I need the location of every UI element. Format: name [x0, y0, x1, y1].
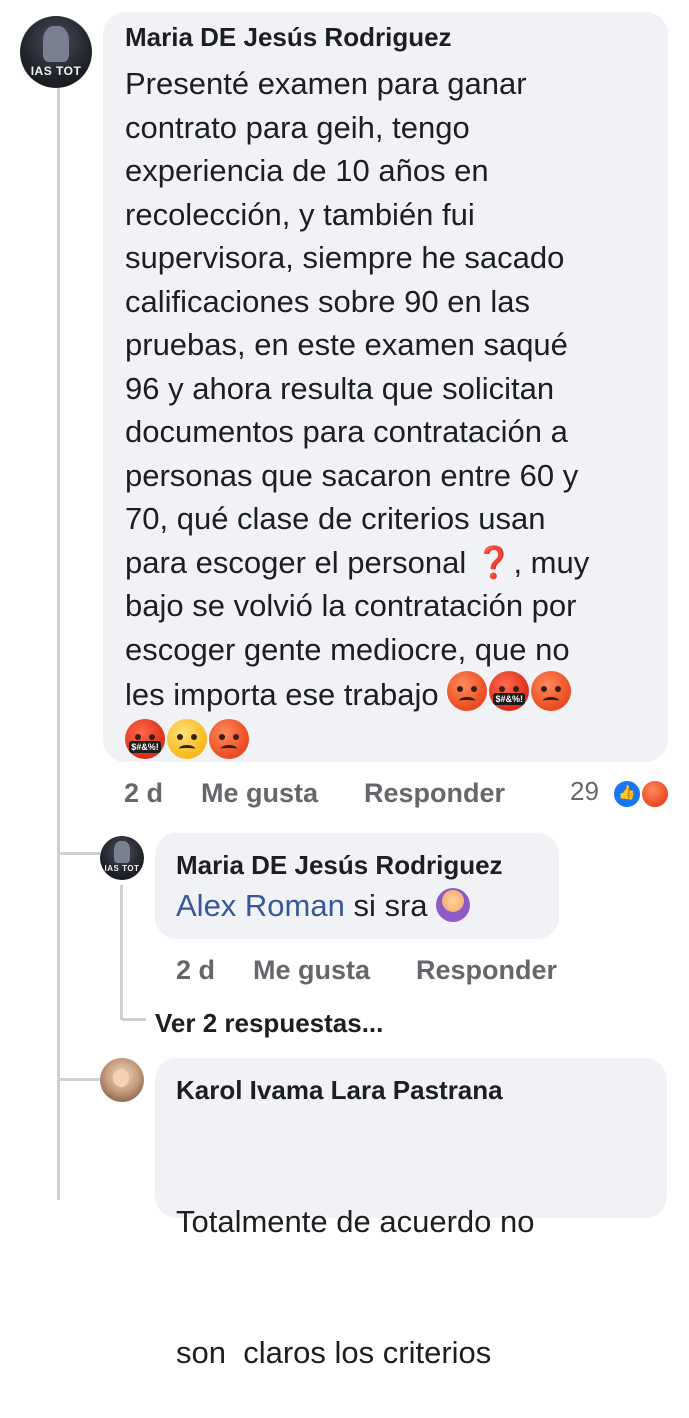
comment-author[interactable]: Maria DE Jesús Rodriguez: [125, 22, 452, 53]
reply-like-button[interactable]: Me gusta: [253, 955, 370, 986]
commenter-avatar[interactable]: [100, 1058, 144, 1102]
angry-face-icon: [447, 671, 488, 711]
angry-reaction-icon: [640, 779, 670, 809]
comment-line: les importa ese trabajo $#&%!: [125, 671, 665, 717]
thread-line-main: [57, 88, 60, 1200]
comment-text: Presenté examen para ganar contrato para…: [125, 62, 665, 764]
thread-connector-reply: [60, 852, 100, 855]
view-replies-link[interactable]: Ver 2 respuestas...: [155, 1008, 383, 1039]
comment-line-part: les importa ese trabajo: [125, 677, 448, 712]
cursing-face-icon: $#&%!: [125, 718, 165, 759]
comment-line: bajo se volvió la contratación por: [125, 588, 577, 623]
comment-line: Presenté examen para ganar: [125, 66, 527, 101]
reaction-count: 29: [570, 776, 599, 806]
reply-text-part: si sra: [344, 888, 437, 923]
reply-avatar[interactable]: IAS TOT: [100, 836, 144, 880]
like-reaction-icon: [612, 779, 642, 809]
comment2-line: Totalmente de acuerdo no: [176, 1204, 535, 1239]
comment2-text: Totalmente de acuerdo no son claros los …: [176, 1113, 534, 1418]
comment2-author[interactable]: Karol Ivama Lara Pastrana: [176, 1075, 503, 1106]
comment-line-part: para escoger el personal: [125, 544, 475, 580]
comment2-line: son claros los criterios: [176, 1334, 492, 1370]
reaction-summary[interactable]: 29: [568, 776, 670, 810]
comment-line-part: , muy: [513, 544, 590, 580]
comment-line: supervisora, siempre he sacado: [125, 240, 565, 275]
comment-line: 70, qué clase de criterios usan: [125, 501, 546, 536]
comment-timestamp[interactable]: 2 d: [124, 778, 163, 809]
comment-line: experiencia de 10 años en: [125, 153, 489, 188]
angry-face-icon: [531, 671, 572, 711]
comment-line: calificaciones sobre 90 en las: [125, 283, 530, 319]
comment-line: personas que sacaron entre 60 y: [125, 457, 579, 493]
comment-line: para escoger el personal ❓, muy: [125, 541, 665, 585]
comment-line: pruebas, en este examen saqué: [125, 327, 568, 362]
reply-timestamp[interactable]: 2 d: [176, 955, 215, 986]
comment-line: 96 y ahora resulta que solicitan: [125, 370, 555, 406]
comment-line: documentos para contratación a: [125, 414, 568, 449]
avatar-figure: [114, 841, 130, 863]
thread-connector-comment2: [60, 1078, 100, 1081]
thread-line-reply: [120, 885, 123, 1020]
mention-link[interactable]: Alex Roman: [176, 888, 345, 923]
thread-connector-view-replies: [122, 1018, 146, 1021]
reply-text: Alex Roman si sra: [176, 888, 471, 924]
avatar-caption: IAS TOT: [30, 64, 82, 78]
frowning-face-icon: [167, 718, 207, 759]
angry-face-icon: [209, 718, 249, 759]
reply-button[interactable]: Responder: [364, 778, 505, 809]
avatar-face: [113, 1069, 129, 1087]
reply-reply-button[interactable]: Responder: [416, 955, 557, 986]
avatar-figure: [43, 26, 69, 62]
question-mark-icon: ❓: [474, 544, 514, 580]
comment-line: $#&%!: [125, 718, 665, 765]
like-button[interactable]: Me gusta: [201, 778, 318, 809]
facepalm-woman-icon: [436, 888, 471, 922]
avatar-caption: IAS TOT: [104, 864, 140, 873]
avatar[interactable]: IAS TOT: [20, 16, 92, 88]
cursing-face-icon: $#&%!: [489, 671, 530, 711]
comment-line: recolección, y también fui: [125, 196, 475, 232]
comment-line: contrato para geih, tengo: [125, 109, 470, 145]
comment-line: escoger gente mediocre, que no: [125, 631, 570, 667]
reply-author[interactable]: Maria DE Jesús Rodriguez: [176, 850, 503, 881]
reply-actions: 2 d Me gusta Responder: [176, 955, 616, 991]
